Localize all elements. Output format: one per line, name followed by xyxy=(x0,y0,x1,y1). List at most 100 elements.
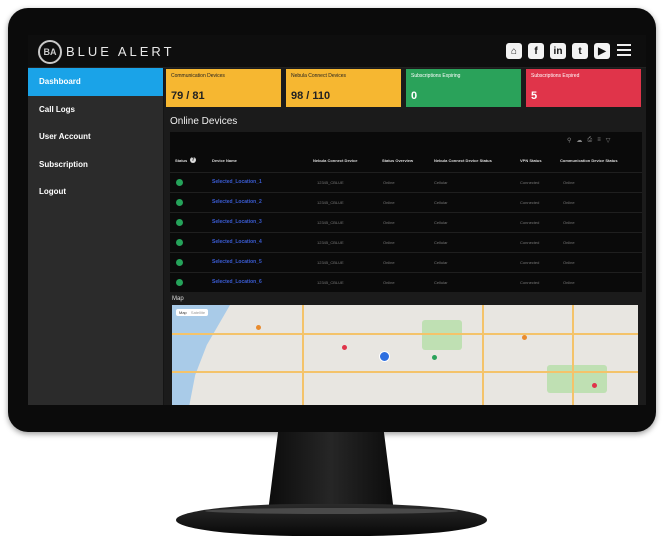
card-label: Nebula Connect Devices xyxy=(291,73,347,79)
twitter-icon[interactable]: t xyxy=(572,43,588,59)
print-icon[interactable]: ⎙ xyxy=(587,137,592,144)
status-online-dot xyxy=(176,219,183,226)
sidebar-item-call-logs[interactable]: Call Logs xyxy=(28,96,163,124)
communication-status: Online xyxy=(563,180,575,185)
status-online-dot xyxy=(176,279,183,286)
card-label: Subscriptions Expiring xyxy=(411,73,461,79)
sidebar-item-logout[interactable]: Logout xyxy=(28,178,163,206)
map-pin[interactable] xyxy=(342,345,347,350)
device-name-link[interactable]: Selected_Location_1 xyxy=(212,179,262,185)
columns-icon[interactable]: ≡ xyxy=(597,137,601,144)
status-online-dot xyxy=(176,199,183,206)
status-overview: Online xyxy=(383,240,395,245)
nebula-device-id: 12345_CBLUE xyxy=(317,220,344,225)
status-online-dot xyxy=(176,239,183,246)
road xyxy=(172,371,638,373)
tab-map[interactable]: Map xyxy=(179,310,187,315)
col-device-name[interactable]: Device Name xyxy=(212,158,237,163)
device-name-link[interactable]: Selected_Location_4 xyxy=(212,239,262,245)
menu-icon[interactable] xyxy=(617,44,631,56)
col-nebula-connect-device-status[interactable]: Nebula Connect Device Status xyxy=(434,158,492,163)
info-icon[interactable]: ? xyxy=(190,157,196,163)
cloud-download-icon[interactable]: ☁ xyxy=(576,137,582,144)
nebula-device-status: Cellular xyxy=(434,240,448,245)
card-nebula-connect-devices[interactable]: Nebula Connect Devices 98 / 110 xyxy=(286,69,401,107)
facebook-icon[interactable]: f xyxy=(528,43,544,59)
table-header: Status ? Device Name Nebula Connect Devi… xyxy=(170,157,642,170)
vpn-status: Connected xyxy=(520,260,540,265)
top-bar: BA BLUE ALERT ⌂ f in t ▶ xyxy=(28,35,646,68)
table-row[interactable]: Selected_Location_3 12345_CBLUE Online C… xyxy=(170,212,642,233)
col-nebula-connect-device[interactable]: Nebula Connect Device xyxy=(313,158,357,163)
card-subscriptions-expired[interactable]: Subscriptions Expired 5 xyxy=(526,69,641,107)
status-overview: Online xyxy=(383,220,395,225)
nebula-device-id: 12345_CBLUE xyxy=(317,260,344,265)
nebula-device-status: Cellular xyxy=(434,260,448,265)
linkedin-icon[interactable]: in xyxy=(550,43,566,59)
vpn-status: Connected xyxy=(520,240,540,245)
table-row[interactable]: Selected_Location_4 12345_CBLUE Online C… xyxy=(170,232,642,253)
monitor-stand-highlight xyxy=(205,508,458,514)
status-overview: Online xyxy=(383,280,395,285)
online-devices-title: Online Devices xyxy=(170,116,238,127)
col-status-overview[interactable]: Status Overview xyxy=(382,158,413,163)
sidebar-item-subscription[interactable]: Subscription xyxy=(28,151,163,179)
nebula-device-status: Cellular xyxy=(434,200,448,205)
nebula-device-id: 12345_CBLUE xyxy=(317,280,344,285)
map-view[interactable]: Map Satellite xyxy=(172,305,638,405)
location-marker[interactable] xyxy=(379,351,390,362)
status-online-dot xyxy=(176,259,183,266)
map-pin[interactable] xyxy=(432,355,437,360)
map-pin[interactable] xyxy=(592,383,597,388)
card-value: 79 / 81 xyxy=(171,90,205,102)
park-area xyxy=(547,365,607,393)
map-pin[interactable] xyxy=(256,325,261,330)
card-label: Communication Devices xyxy=(171,73,225,79)
col-status[interactable]: Status xyxy=(175,158,187,163)
app-screen: BA BLUE ALERT ⌂ f in t ▶ Dashboard Call … xyxy=(28,35,646,405)
sidebar-item-dashboard[interactable]: Dashboard xyxy=(28,68,163,96)
status-overview: Online xyxy=(383,180,395,185)
road xyxy=(482,305,484,405)
logo-icon[interactable]: BA xyxy=(38,40,62,64)
nebula-device-status: Cellular xyxy=(434,220,448,225)
map-pin[interactable] xyxy=(522,335,527,340)
tab-satellite[interactable]: Satellite xyxy=(191,310,205,315)
card-value: 98 / 110 xyxy=(291,90,331,102)
search-icon[interactable]: ⚲ xyxy=(567,137,571,144)
lake-area xyxy=(172,305,230,405)
device-name-link[interactable]: Selected_Location_2 xyxy=(212,199,262,205)
sidebar-item-user-account[interactable]: User Account xyxy=(28,123,163,151)
road xyxy=(172,333,638,335)
youtube-icon[interactable]: ▶ xyxy=(594,43,610,59)
card-subscriptions-expiring[interactable]: Subscriptions Expiring 0 xyxy=(406,69,521,107)
filter-icon[interactable]: ▽ xyxy=(606,137,611,144)
main-content: Communication Devices 79 / 81 Nebula Con… xyxy=(164,68,646,405)
card-value: 0 xyxy=(411,90,418,102)
road xyxy=(572,305,574,405)
vpn-status: Connected xyxy=(520,280,540,285)
vpn-status: Connected xyxy=(520,180,540,185)
table-row[interactable]: Selected_Location_6 12345_CBLUE Online C… xyxy=(170,272,642,293)
nebula-device-id: 12345_CBLUE xyxy=(317,200,344,205)
road xyxy=(302,305,304,405)
device-name-link[interactable]: Selected_Location_5 xyxy=(212,259,262,265)
card-label: Subscriptions Expired xyxy=(531,73,580,79)
col-vpn-status[interactable]: VPN Status xyxy=(520,158,542,163)
map-type-tab[interactable]: Map Satellite xyxy=(176,309,209,316)
card-communication-devices[interactable]: Communication Devices 79 / 81 xyxy=(166,69,281,107)
communication-status: Online xyxy=(563,240,575,245)
sidebar: Dashboard Call Logs User Account Subscri… xyxy=(28,68,163,405)
status-overview: Online xyxy=(383,200,395,205)
home-icon[interactable]: ⌂ xyxy=(506,43,522,59)
communication-status: Online xyxy=(563,220,575,225)
device-name-link[interactable]: Selected_Location_3 xyxy=(212,219,262,225)
park-area xyxy=(422,320,462,350)
device-name-link[interactable]: Selected_Location_6 xyxy=(212,279,262,285)
table-row[interactable]: Selected_Location_5 12345_CBLUE Online C… xyxy=(170,252,642,273)
table-row[interactable]: Selected_Location_1 12345_CBLUE Online C… xyxy=(170,172,642,193)
map-title: Map xyxy=(172,296,184,302)
col-communication-device-status[interactable]: Communication Device Status xyxy=(560,158,618,163)
vpn-status: Connected xyxy=(520,200,540,205)
table-row[interactable]: Selected_Location_2 12345_CBLUE Online C… xyxy=(170,192,642,213)
